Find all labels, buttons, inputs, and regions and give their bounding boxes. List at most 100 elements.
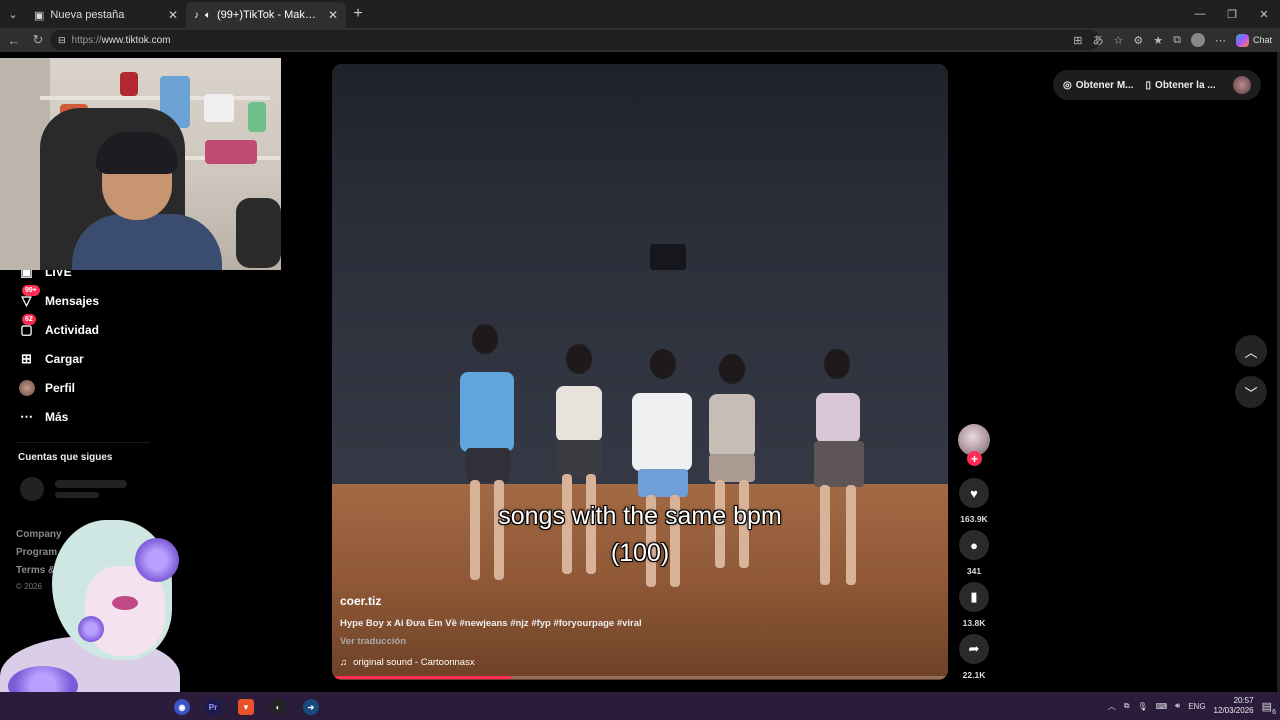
webcam-figure [120, 72, 138, 96]
windows-taskbar [0, 692, 1280, 720]
network-icon[interactable]: ⌨ [1156, 702, 1168, 711]
sidebar-item-activity[interactable]: ▢ 62 Actividad [18, 314, 100, 338]
tab-new-page[interactable]: ▣ Nueva pestaña ✕ [26, 2, 186, 28]
refresh-button[interactable]: ↻ [26, 28, 50, 52]
vtuber-flower [135, 538, 179, 582]
get-app-button[interactable]: ▯ Obtener la ... [1146, 80, 1216, 91]
close-window-icon[interactable]: ✕ [1248, 0, 1280, 28]
comment-button[interactable]: ● [959, 530, 989, 560]
comment-count: 341 [966, 566, 982, 576]
video-player[interactable]: songs with the same bpm (100) coer.tiz H… [332, 64, 948, 680]
sidebar-item-label: Perfil [45, 380, 76, 395]
sidebar-item-label: Cargar [45, 351, 84, 366]
webcam-person [72, 132, 222, 270]
restore-icon[interactable]: ❐ [1216, 0, 1248, 28]
activity-icon: ▢ 62 [18, 314, 36, 338]
next-video-button[interactable]: ﹀ [1235, 376, 1267, 408]
obs-icon[interactable]: ◐ [270, 699, 286, 715]
profile-avatar-icon[interactable] [1190, 33, 1205, 47]
share-arrow-icon: ➦ [968, 641, 980, 656]
music-note-icon: ♫ [340, 657, 348, 668]
extensions-icon[interactable]: ⚙ [1133, 34, 1143, 47]
translate-icon[interactable]: あ [1093, 32, 1104, 48]
tray-overflow-icon[interactable]: ︿ [1108, 701, 1116, 712]
sidebar-item-label: Más [45, 409, 69, 424]
heart-icon: ♥ [970, 485, 978, 501]
sidebar-divider [16, 442, 150, 443]
activity-badge: 62 [22, 314, 36, 325]
volume-icon[interactable]: 🔊︎ [1175, 701, 1180, 711]
sidebar-item-more[interactable]: ⋯ Más [18, 408, 68, 425]
close-tab-icon[interactable]: ✕ [168, 8, 178, 22]
user-avatar[interactable] [1233, 76, 1251, 94]
webcam-figure [248, 102, 266, 132]
address-bar-row: ← ↻ ⊟ https://www.tiktok.com ⊞ あ ☆ ⚙ ★ ⧉… [0, 28, 1280, 52]
webcam-figure [236, 198, 281, 268]
chevron-up-icon: ︿ [1244, 344, 1258, 360]
address-bar-icons: ⊞ あ ☆ ⚙ ★ ⧉ ⋯ Chat [1073, 30, 1272, 50]
back-button[interactable]: ← [2, 28, 26, 52]
tray-app-icon[interactable]: ⧉ [1124, 701, 1130, 711]
close-tab-icon[interactable]: ✕ [328, 8, 338, 22]
profile-icon [18, 379, 35, 396]
bookmark-icon: ▮ [970, 589, 978, 604]
favorite-star-icon[interactable]: ☆ [1114, 34, 1124, 47]
speaker-icon[interactable]: 🔈︎ [205, 10, 211, 21]
previous-video-button[interactable]: ︿ [1235, 335, 1267, 367]
new-tab-button[interactable]: + [346, 5, 370, 23]
video-speaker [650, 244, 686, 270]
video-sound[interactable]: ♫ original sound - Cartoonnasx [340, 657, 475, 668]
url-field[interactable]: ⊟ https://www.tiktok.com [50, 30, 1100, 50]
following-accounts-title: Cuentas que sigues [18, 452, 113, 463]
messages-icon: ▽ 99+ [18, 285, 40, 309]
see-translation-link[interactable]: Ver traducción [340, 636, 406, 647]
window-controls: — ❐ ✕ [1184, 0, 1280, 28]
video-progress-fill [332, 676, 511, 679]
favorites-icon[interactable]: ★ [1153, 34, 1163, 47]
collections-icon[interactable]: ⧉ [1173, 34, 1181, 47]
tiktok-favicon-icon: ♪ [194, 9, 199, 21]
taskbar-app-icon[interactable]: ◉ [174, 699, 190, 715]
premiere-icon[interactable]: Pr [205, 699, 221, 715]
language-indicator[interactable]: ENG [1188, 702, 1205, 711]
follow-plus-icon[interactable]: + [967, 451, 982, 466]
more-icon: ⋯ [20, 408, 33, 424]
get-coins-button[interactable]: ◎ Obtener M... [1063, 80, 1134, 91]
vtuber-overlay [0, 516, 200, 696]
like-button[interactable]: ♥ [959, 478, 989, 508]
sidebar-item-profile[interactable]: Perfil [18, 379, 75, 396]
vtuber-eye [112, 596, 138, 610]
video-caption-line2: (100) [610, 539, 670, 567]
copilot-chat-button[interactable]: Chat [1235, 33, 1272, 47]
minimize-icon[interactable]: — [1184, 0, 1216, 28]
top-right-actions: ◎ Obtener M... ▯ Obtener la ... [1053, 70, 1261, 100]
skeleton-line [55, 480, 127, 488]
new-tab-icon: ▣ [34, 9, 45, 22]
brave-icon[interactable]: ▼ [238, 699, 254, 715]
clock[interactable]: 20:57 12/03/2026 [1214, 696, 1254, 716]
clock-date: 12/03/2026 [1213, 706, 1254, 715]
share-button[interactable]: ➦ [959, 634, 989, 664]
sidebar-item-messages[interactable]: ▽ 99+ Mensajes [18, 285, 99, 309]
site-info-icon[interactable]: ⊟ [58, 35, 66, 46]
tab-actions-button[interactable]: ⌄ [0, 0, 26, 28]
url-host: www.tiktok.com [101, 34, 171, 46]
notification-count: 6 [1272, 708, 1276, 716]
edge-icon[interactable]: ➜ [303, 699, 319, 715]
url-protocol: https:// [71, 34, 102, 46]
sidebar-item-label: Actividad [45, 322, 100, 337]
video-author[interactable]: coer.tiz [340, 594, 381, 608]
comment-icon: ● [970, 537, 978, 553]
like-count: 163.9K [960, 514, 988, 524]
notifications-button[interactable]: ▤ 6 [1262, 700, 1276, 716]
sidebar-item-upload[interactable]: ⊞ Cargar [18, 350, 84, 367]
webcam-figure [204, 94, 234, 122]
microphone-icon[interactable]: 🎙︎ [1137, 702, 1147, 711]
app-available-icon[interactable]: ⊞ [1073, 34, 1082, 47]
get-coins-label: Obtener M... [1075, 79, 1134, 91]
tab-tiktok[interactable]: ♪ 🔈︎ (99+)TikTok - Make Your Day ✕ [186, 2, 346, 28]
tab-title: (99+)TikTok - Make Your Day [217, 9, 322, 21]
settings-more-icon[interactable]: ⋯ [1215, 34, 1226, 47]
video-progress-bar[interactable] [332, 676, 948, 679]
save-button[interactable]: ▮ [959, 582, 989, 612]
